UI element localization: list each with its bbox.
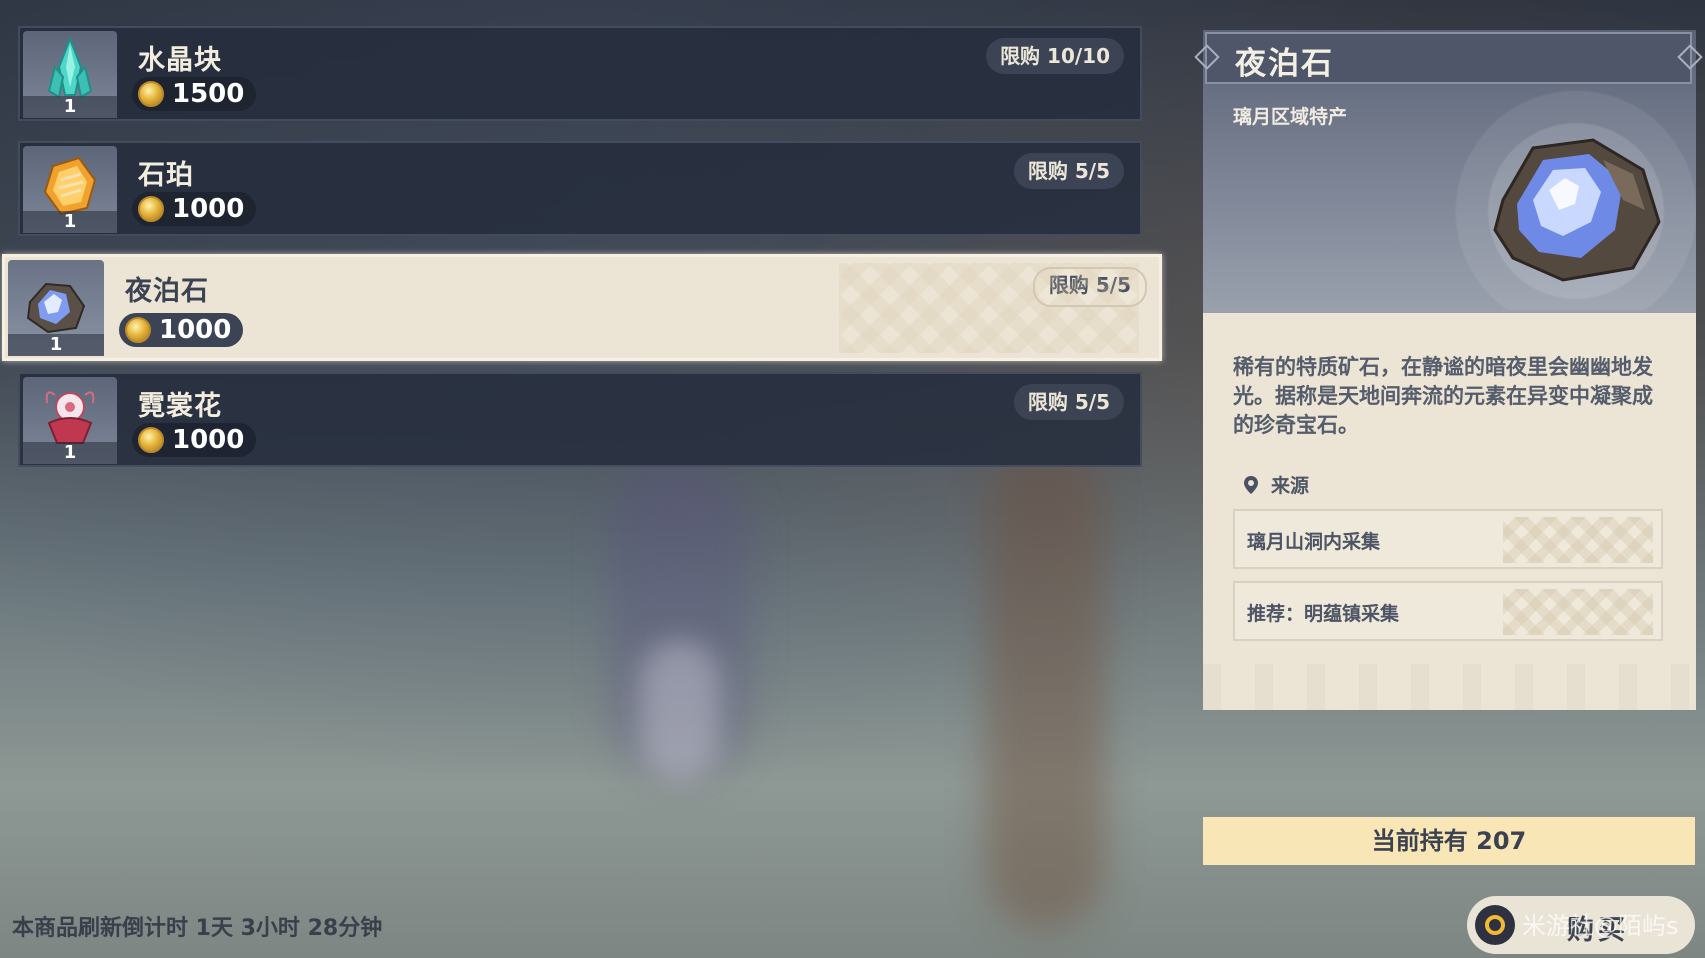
background-figure xyxy=(985,450,1105,930)
refresh-countdown: 本商品刷新倒计时 1天 3小时 28分钟 xyxy=(12,916,383,941)
item-count: 1 xyxy=(23,442,117,464)
detail-body: 稀有的特质矿石，在静谧的暗夜里会幽幽地发光。据称是天地间奔流的元素在异变中凝聚成… xyxy=(1203,313,1696,710)
mora-coin-icon xyxy=(138,196,164,222)
purchase-limit-badge: 限购 5/5 xyxy=(1032,267,1147,307)
item-detail-panel: 夜泊石 璃月区域特产 稀有的特质矿石，在静谧的暗夜里会幽幽地发光。据称是天地间奔… xyxy=(1194,30,1703,710)
source-entry[interactable]: 璃月山洞内采集 xyxy=(1233,509,1663,569)
purchase-limit-badge: 限购 5/5 xyxy=(1013,153,1124,189)
purchase-limit-badge: 限购 10/10 xyxy=(986,38,1124,74)
source-label: 来源 xyxy=(1271,475,1310,497)
owned-quantity-bar: 当前持有 207 xyxy=(1203,817,1695,865)
source-entry-text: 璃月山洞内采集 xyxy=(1247,531,1381,553)
shop-item-noctilucous-jade[interactable]: 1 夜泊石 1000 限购 5/5 xyxy=(2,254,1162,361)
item-thumbnail: 1 xyxy=(8,260,104,356)
item-name: 霓裳花 xyxy=(138,391,222,422)
noctilucous-jade-icon xyxy=(26,282,86,334)
item-thumbnail: 1 xyxy=(23,31,117,118)
price-value: 1000 xyxy=(159,315,232,345)
source-entry-text: 推荐：明蕴镇采集 xyxy=(1247,603,1400,625)
item-description: 稀有的特质矿石，在静谧的暗夜里会幽幽地发光。据称是天地间奔流的元素在异变中凝聚成… xyxy=(1233,355,1653,437)
shop-item-silk-flower[interactable]: 1 霓裳花 1000 限购 5/5 xyxy=(18,372,1142,467)
purchase-limit-badge: 限购 5/5 xyxy=(1013,384,1124,420)
price-value: 1000 xyxy=(172,194,245,224)
price-value: 1500 xyxy=(172,79,245,109)
item-thumbnail: 1 xyxy=(23,146,117,233)
shop-item-crystal-chunk[interactable]: 1 水晶块 1500 限购 10/10 xyxy=(18,26,1142,121)
item-name: 石珀 xyxy=(138,160,194,191)
item-price: 1000 xyxy=(132,423,257,457)
item-name: 夜泊石 xyxy=(125,276,209,307)
mora-coin-icon xyxy=(125,317,151,343)
diamond-ornament-icon xyxy=(1194,44,1220,70)
detail-header: 夜泊石 璃月区域特产 xyxy=(1194,30,1703,313)
background-figure xyxy=(640,640,720,780)
price-value: 1000 xyxy=(172,425,245,455)
item-price: 1000 xyxy=(119,313,244,347)
item-count: 1 xyxy=(8,334,104,356)
location-pin-icon xyxy=(1244,475,1258,494)
source-header: 来源 xyxy=(1243,471,1309,498)
source-entry[interactable]: 推荐：明蕴镇采集 xyxy=(1233,581,1663,641)
item-price: 1500 xyxy=(132,77,257,111)
confirm-ring-icon xyxy=(1475,905,1515,945)
mora-coin-icon xyxy=(138,81,164,107)
detail-title: 夜泊石 xyxy=(1235,46,1334,82)
mora-coin-icon xyxy=(138,427,164,453)
shop-item-amber-stone[interactable]: 1 石珀 1000 限购 5/5 xyxy=(18,141,1142,236)
item-name: 水晶块 xyxy=(138,45,222,76)
watermark: 米游社@陌屿s xyxy=(1522,912,1679,940)
noctilucous-jade-illustration xyxy=(1493,138,1661,282)
item-count: 1 xyxy=(23,211,117,233)
item-count: 1 xyxy=(23,96,117,118)
diamond-ornament-icon xyxy=(1677,44,1703,70)
item-thumbnail: 1 xyxy=(23,377,117,464)
item-price: 1000 xyxy=(132,192,257,226)
detail-title-bar: 夜泊石 xyxy=(1194,32,1703,84)
item-region-tag: 璃月区域特产 xyxy=(1233,106,1348,128)
